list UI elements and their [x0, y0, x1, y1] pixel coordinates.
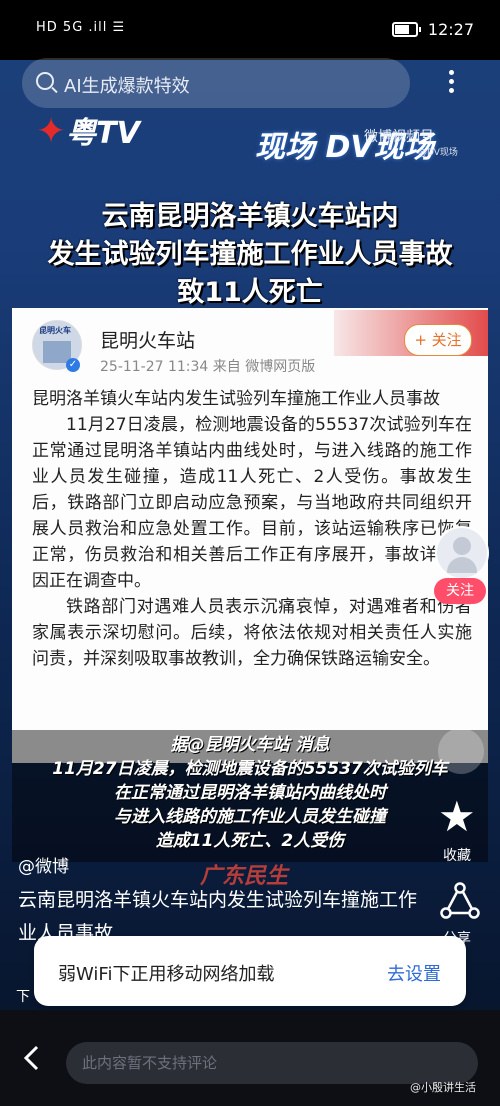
post-author: 昆明火车站: [100, 330, 196, 352]
caption-line-4: 与进入线路的施工作业人员发生碰撞: [114, 807, 386, 827]
video-headline: 云南昆明洛羊镇火车站内 发生试验列车撞施工作业人员事故 致11人死亡: [0, 198, 500, 312]
post-meta: 25-11-27 11:34 来自 微博网页版: [100, 359, 316, 375]
weibo-id-label: @DV现场: [418, 148, 458, 158]
headline-line-2: 发生试验列车撞施工作业人员事故: [47, 239, 453, 270]
toast-message: 弱WiFi下正用移动网络加载: [58, 964, 275, 985]
creator-avatar[interactable]: [435, 526, 489, 580]
collect-label[interactable]: 收藏: [443, 845, 471, 865]
gdtv-logo: ✦粤TV: [36, 111, 140, 152]
weibo-video-label: 微博视频号: [364, 129, 434, 145]
action-circle[interactable]: [438, 728, 484, 774]
status-bar: HD 5G .ill ☰ 12:27: [0, 0, 500, 60]
verified-icon: ✓: [66, 358, 80, 372]
search-input[interactable]: AI生成爆款特效: [64, 72, 190, 98]
star-icon[interactable]: ★: [438, 796, 476, 838]
post-title: 昆明洛羊镇火车站内发生试验列车撞施工作业人员事故: [32, 389, 440, 409]
caption-line-1: 据@昆明火车站 消息: [170, 735, 330, 755]
headline-line-3: 致11人死亡: [177, 277, 323, 308]
share-icon[interactable]: [440, 882, 480, 920]
video-caption: 据@昆明火车站 消息 11月27日凌晨，检测地震设备的55537次试验列车 在正…: [0, 733, 500, 853]
hidden-text: 下: [16, 989, 30, 1005]
caption-line-5: 造成11人死亡、2人受伤: [155, 831, 345, 851]
post-paragraph-2: 铁路部门对遇难人员表示沉痛哀悼，对遇难者和伤者家属表示深切慰问。后续，将依法依规…: [32, 597, 472, 669]
post-paragraph-1: 11月27日凌晨，检测地震设备的55537次试验列车在正常通过昆明洛羊镇站内曲线…: [32, 415, 472, 591]
video-author[interactable]: @微博: [18, 852, 69, 877]
back-icon[interactable]: [22, 1044, 42, 1072]
settings-button[interactable]: 去设置: [387, 960, 441, 986]
search-icon: [36, 72, 54, 90]
comment-placeholder: 此内容暂不支持评论: [82, 1054, 218, 1072]
status-right: 12:27: [391, 20, 474, 39]
post-follow-button: + 关注: [404, 324, 472, 356]
headline-line-1: 云南昆明洛羊镇火车站内: [101, 201, 399, 232]
caption-line-2: 11月27日凌晨，检测地震设备的55537次试验列车: [52, 759, 448, 779]
watermark: @小殷讲生活: [410, 1081, 476, 1094]
signal-indicators: HD 5G .ill ☰: [36, 20, 126, 35]
clock: 12:27: [427, 20, 474, 39]
follow-button[interactable]: 关注: [434, 578, 486, 604]
more-options-icon[interactable]: [441, 66, 461, 102]
caption-line-3: 在正常通过昆明洛羊镇站内曲线处时: [114, 783, 386, 803]
post-body: 昆明洛羊镇火车站内发生试验列车撞施工作业人员事故 11月27日凌晨，检测地震设备…: [32, 386, 472, 672]
battery-icon: [391, 22, 421, 37]
